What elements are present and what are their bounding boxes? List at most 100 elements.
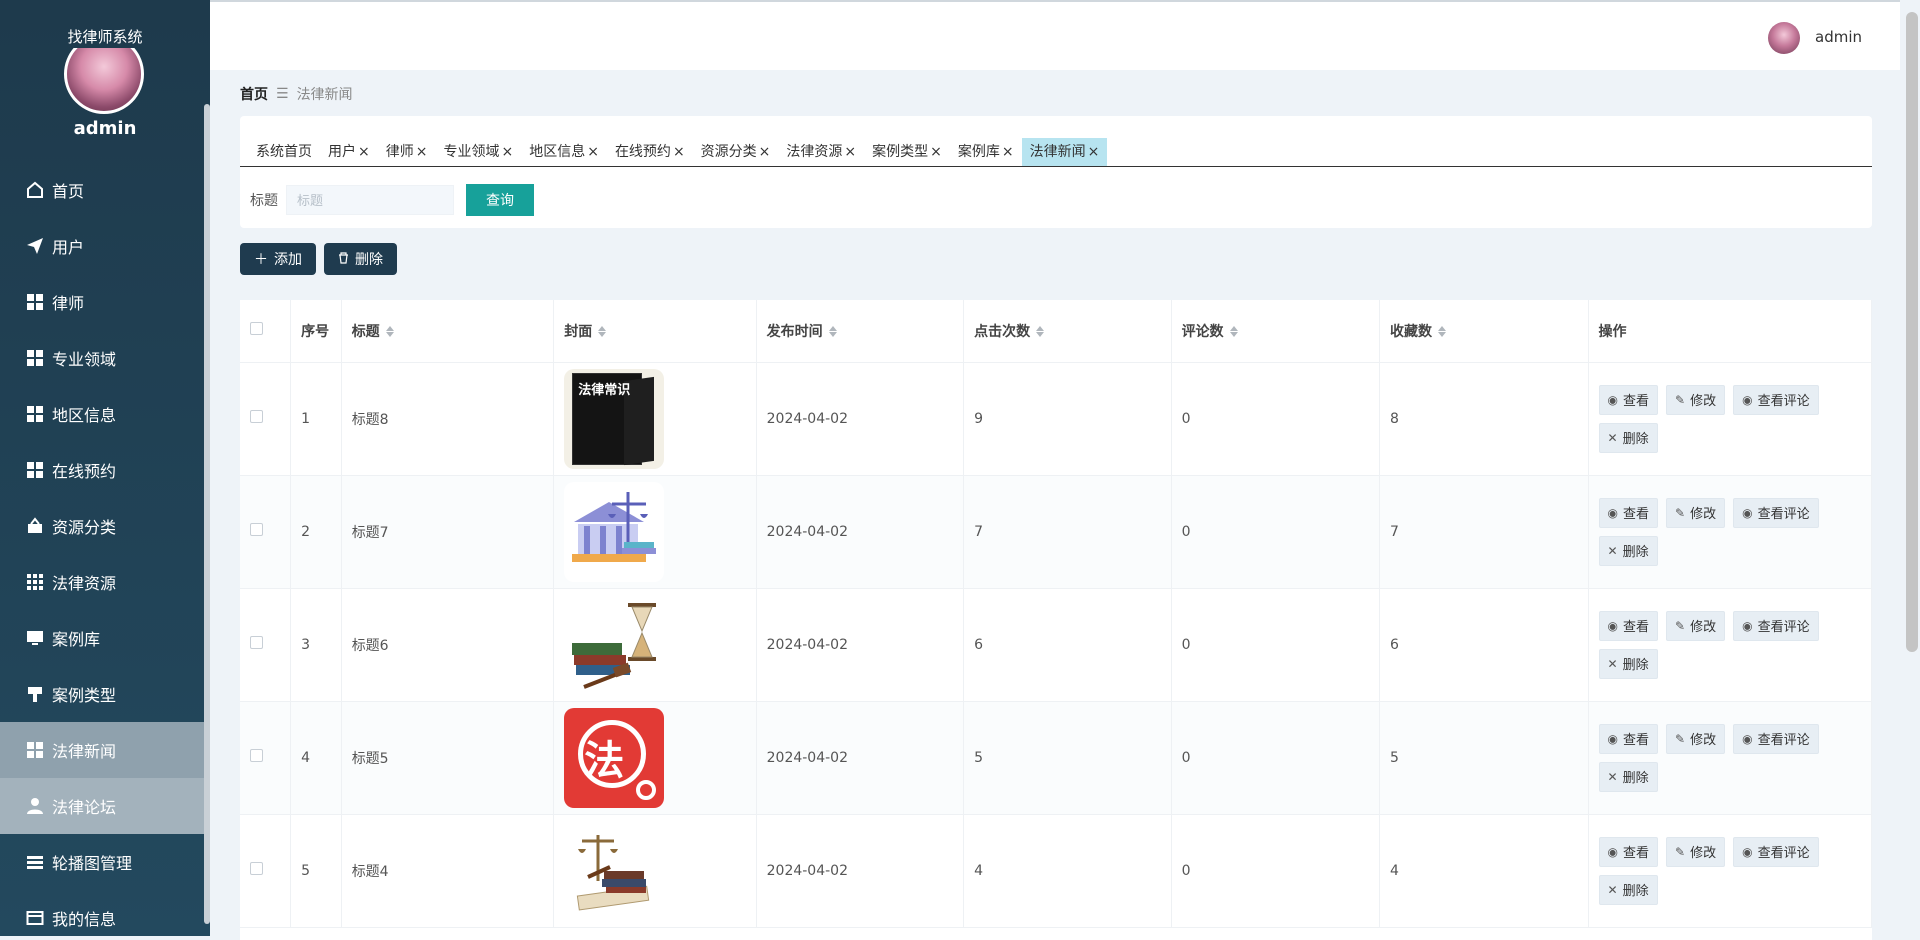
row-delete-button[interactable]: ✕ 删除 xyxy=(1598,761,1658,792)
tab-users[interactable]: 用户 × xyxy=(320,138,378,166)
tab-specialty[interactable]: 专业领域 × xyxy=(435,138,521,166)
cover-image[interactable]: 法 xyxy=(564,707,665,808)
col-favs[interactable]: 收藏数 xyxy=(1379,300,1589,363)
sort-icon[interactable] xyxy=(1438,325,1447,338)
close-icon[interactable]: × xyxy=(358,144,370,160)
delete-button[interactable]: 删除 xyxy=(324,243,397,275)
title-search-input[interactable] xyxy=(286,185,454,215)
sidebar-item-booking[interactable]: 在线预约 xyxy=(0,442,204,498)
sidebar-item-legal-resources[interactable]: 法律资源 xyxy=(0,554,204,610)
sidebar: 找律师系统 admin 首页 用户 律师 专业领域 地区信息 在线预约 资源分类… xyxy=(0,0,210,936)
view-comments-button[interactable]: ◉ 查看评论 xyxy=(1733,610,1819,641)
select-all-checkbox[interactable] xyxy=(250,322,263,336)
sort-icon[interactable] xyxy=(828,325,837,338)
close-icon[interactable]: × xyxy=(673,144,685,160)
edit-button[interactable]: ✎ 修改 xyxy=(1666,497,1726,528)
row-delete-button[interactable]: ✕ 删除 xyxy=(1598,422,1658,453)
col-cover[interactable]: 封面 xyxy=(553,300,757,363)
sidebar-item-legal-forum[interactable]: 法律论坛 xyxy=(0,778,204,834)
edit-button[interactable]: ✎ 修改 xyxy=(1666,723,1726,754)
view-button[interactable]: ◉ 查看 xyxy=(1598,384,1659,415)
sidebar-item-case-library[interactable]: 案例库 xyxy=(0,610,204,666)
row-checkbox[interactable] xyxy=(250,636,263,649)
tab-booking[interactable]: 在线预约 × xyxy=(607,138,693,166)
row-delete-button[interactable]: ✕ 删除 xyxy=(1598,648,1658,679)
row-delete-button[interactable]: ✕ 删除 xyxy=(1598,874,1658,905)
cover-image[interactable] xyxy=(564,481,665,582)
view-button[interactable]: ◉ 查看 xyxy=(1598,610,1659,641)
view-comments-button[interactable]: ◉ 查看评论 xyxy=(1733,384,1819,415)
tab-lawyers[interactable]: 律师 × xyxy=(378,138,436,166)
home-icon xyxy=(24,179,46,201)
header-username[interactable]: admin xyxy=(1815,28,1862,46)
edit-button[interactable]: ✎ 修改 xyxy=(1666,384,1726,415)
sidebar-item-home[interactable]: 首页 xyxy=(0,162,204,218)
col-comments[interactable]: 评论数 xyxy=(1171,300,1381,363)
sidebar-item-specialty[interactable]: 专业领域 xyxy=(0,330,204,386)
close-icon[interactable]: × xyxy=(416,144,428,160)
sort-icon[interactable] xyxy=(1229,325,1238,338)
close-icon[interactable]: × xyxy=(1088,144,1100,160)
eye-icon: ◉ xyxy=(1742,731,1753,746)
col-favs-label: 收藏数 xyxy=(1390,323,1433,340)
row-checkbox[interactable] xyxy=(250,410,263,423)
row-delete-label: 删除 xyxy=(1622,771,1649,786)
add-button[interactable]: ＋ 添加 xyxy=(240,243,316,275)
row-checkbox[interactable] xyxy=(250,862,263,875)
sort-icon[interactable] xyxy=(598,325,607,338)
close-icon[interactable]: × xyxy=(587,144,599,160)
col-title[interactable]: 标题 xyxy=(341,300,555,363)
sort-icon[interactable] xyxy=(1036,325,1045,338)
view-comments-button[interactable]: ◉ 查看评论 xyxy=(1733,836,1819,867)
edit-button[interactable]: ✎ 修改 xyxy=(1666,836,1726,867)
tab-case-library[interactable]: 案例库 × xyxy=(950,138,1022,166)
col-date-label: 发布时间 xyxy=(766,323,823,340)
row-checkbox[interactable] xyxy=(250,523,263,536)
query-button[interactable]: 查询 xyxy=(466,184,534,216)
tab-label: 律师 xyxy=(385,144,414,160)
close-icon[interactable]: × xyxy=(844,144,856,160)
tab-legal-resources[interactable]: 法律资源 × xyxy=(778,138,864,166)
tab-case-type[interactable]: 案例类型 × xyxy=(864,138,950,166)
close-icon[interactable]: × xyxy=(759,144,771,160)
sidebar-item-region[interactable]: 地区信息 xyxy=(0,386,204,442)
edit-button[interactable]: ✎ 修改 xyxy=(1666,610,1726,641)
sidebar-item-resource-category[interactable]: 资源分类 xyxy=(0,498,204,554)
col-clicks[interactable]: 点击次数 xyxy=(963,300,1172,363)
row-delete-button[interactable]: ✕ 删除 xyxy=(1598,535,1658,566)
view-button[interactable]: ◉ 查看 xyxy=(1598,836,1659,867)
view-comments-button[interactable]: ◉ 查看评论 xyxy=(1733,497,1819,528)
row-ops: ◉ 查看 ✎ 修改 ◉ 查看评论 ✕ 删除 xyxy=(1588,588,1872,702)
cover-image[interactable] xyxy=(564,820,665,921)
tab-legal-news[interactable]: 法律新闻 × xyxy=(1021,138,1108,166)
tab-system-home[interactable]: 系统首页 xyxy=(248,138,320,166)
tab-resource-category[interactable]: 资源分类 × xyxy=(693,138,779,166)
row-title: 标题7 xyxy=(341,475,555,589)
sidebar-item-my-info[interactable]: 我的信息 xyxy=(0,890,204,936)
tab-region[interactable]: 地区信息 × xyxy=(521,138,607,166)
sidebar-item-legal-news[interactable]: 法律新闻 xyxy=(0,722,204,778)
view-button[interactable]: ◉ 查看 xyxy=(1598,497,1659,528)
cover-image[interactable]: 法律常识 xyxy=(564,368,665,469)
view-button[interactable]: ◉ 查看 xyxy=(1598,723,1659,754)
row-checkbox[interactable] xyxy=(250,749,263,762)
sidebar-item-lawyers[interactable]: 律师 xyxy=(0,274,204,330)
view-comments-button[interactable]: ◉ 查看评论 xyxy=(1733,723,1819,754)
sidebar-item-carousel[interactable]: 轮播图管理 xyxy=(0,834,204,890)
cover-image[interactable] xyxy=(564,594,665,695)
close-icon: ✕ xyxy=(1607,882,1618,897)
breadcrumb-home[interactable]: 首页 xyxy=(240,84,268,104)
col-date[interactable]: 发布时间 xyxy=(756,300,965,363)
sidebar-item-users[interactable]: 用户 xyxy=(0,218,204,274)
close-icon[interactable]: × xyxy=(1002,144,1014,160)
page-scrollbar[interactable] xyxy=(1906,12,1918,652)
delete-label: 删除 xyxy=(355,251,383,267)
close-icon[interactable]: × xyxy=(501,144,513,160)
sidebar-item-case-type[interactable]: 案例类型 xyxy=(0,666,204,722)
sidebar-scrollbar[interactable] xyxy=(204,104,210,924)
header-avatar[interactable] xyxy=(1768,22,1800,54)
close-icon[interactable]: × xyxy=(930,144,942,160)
row-comments: 0 xyxy=(1171,701,1381,815)
row-index: 2 xyxy=(290,475,342,589)
sort-icon[interactable] xyxy=(385,325,394,338)
